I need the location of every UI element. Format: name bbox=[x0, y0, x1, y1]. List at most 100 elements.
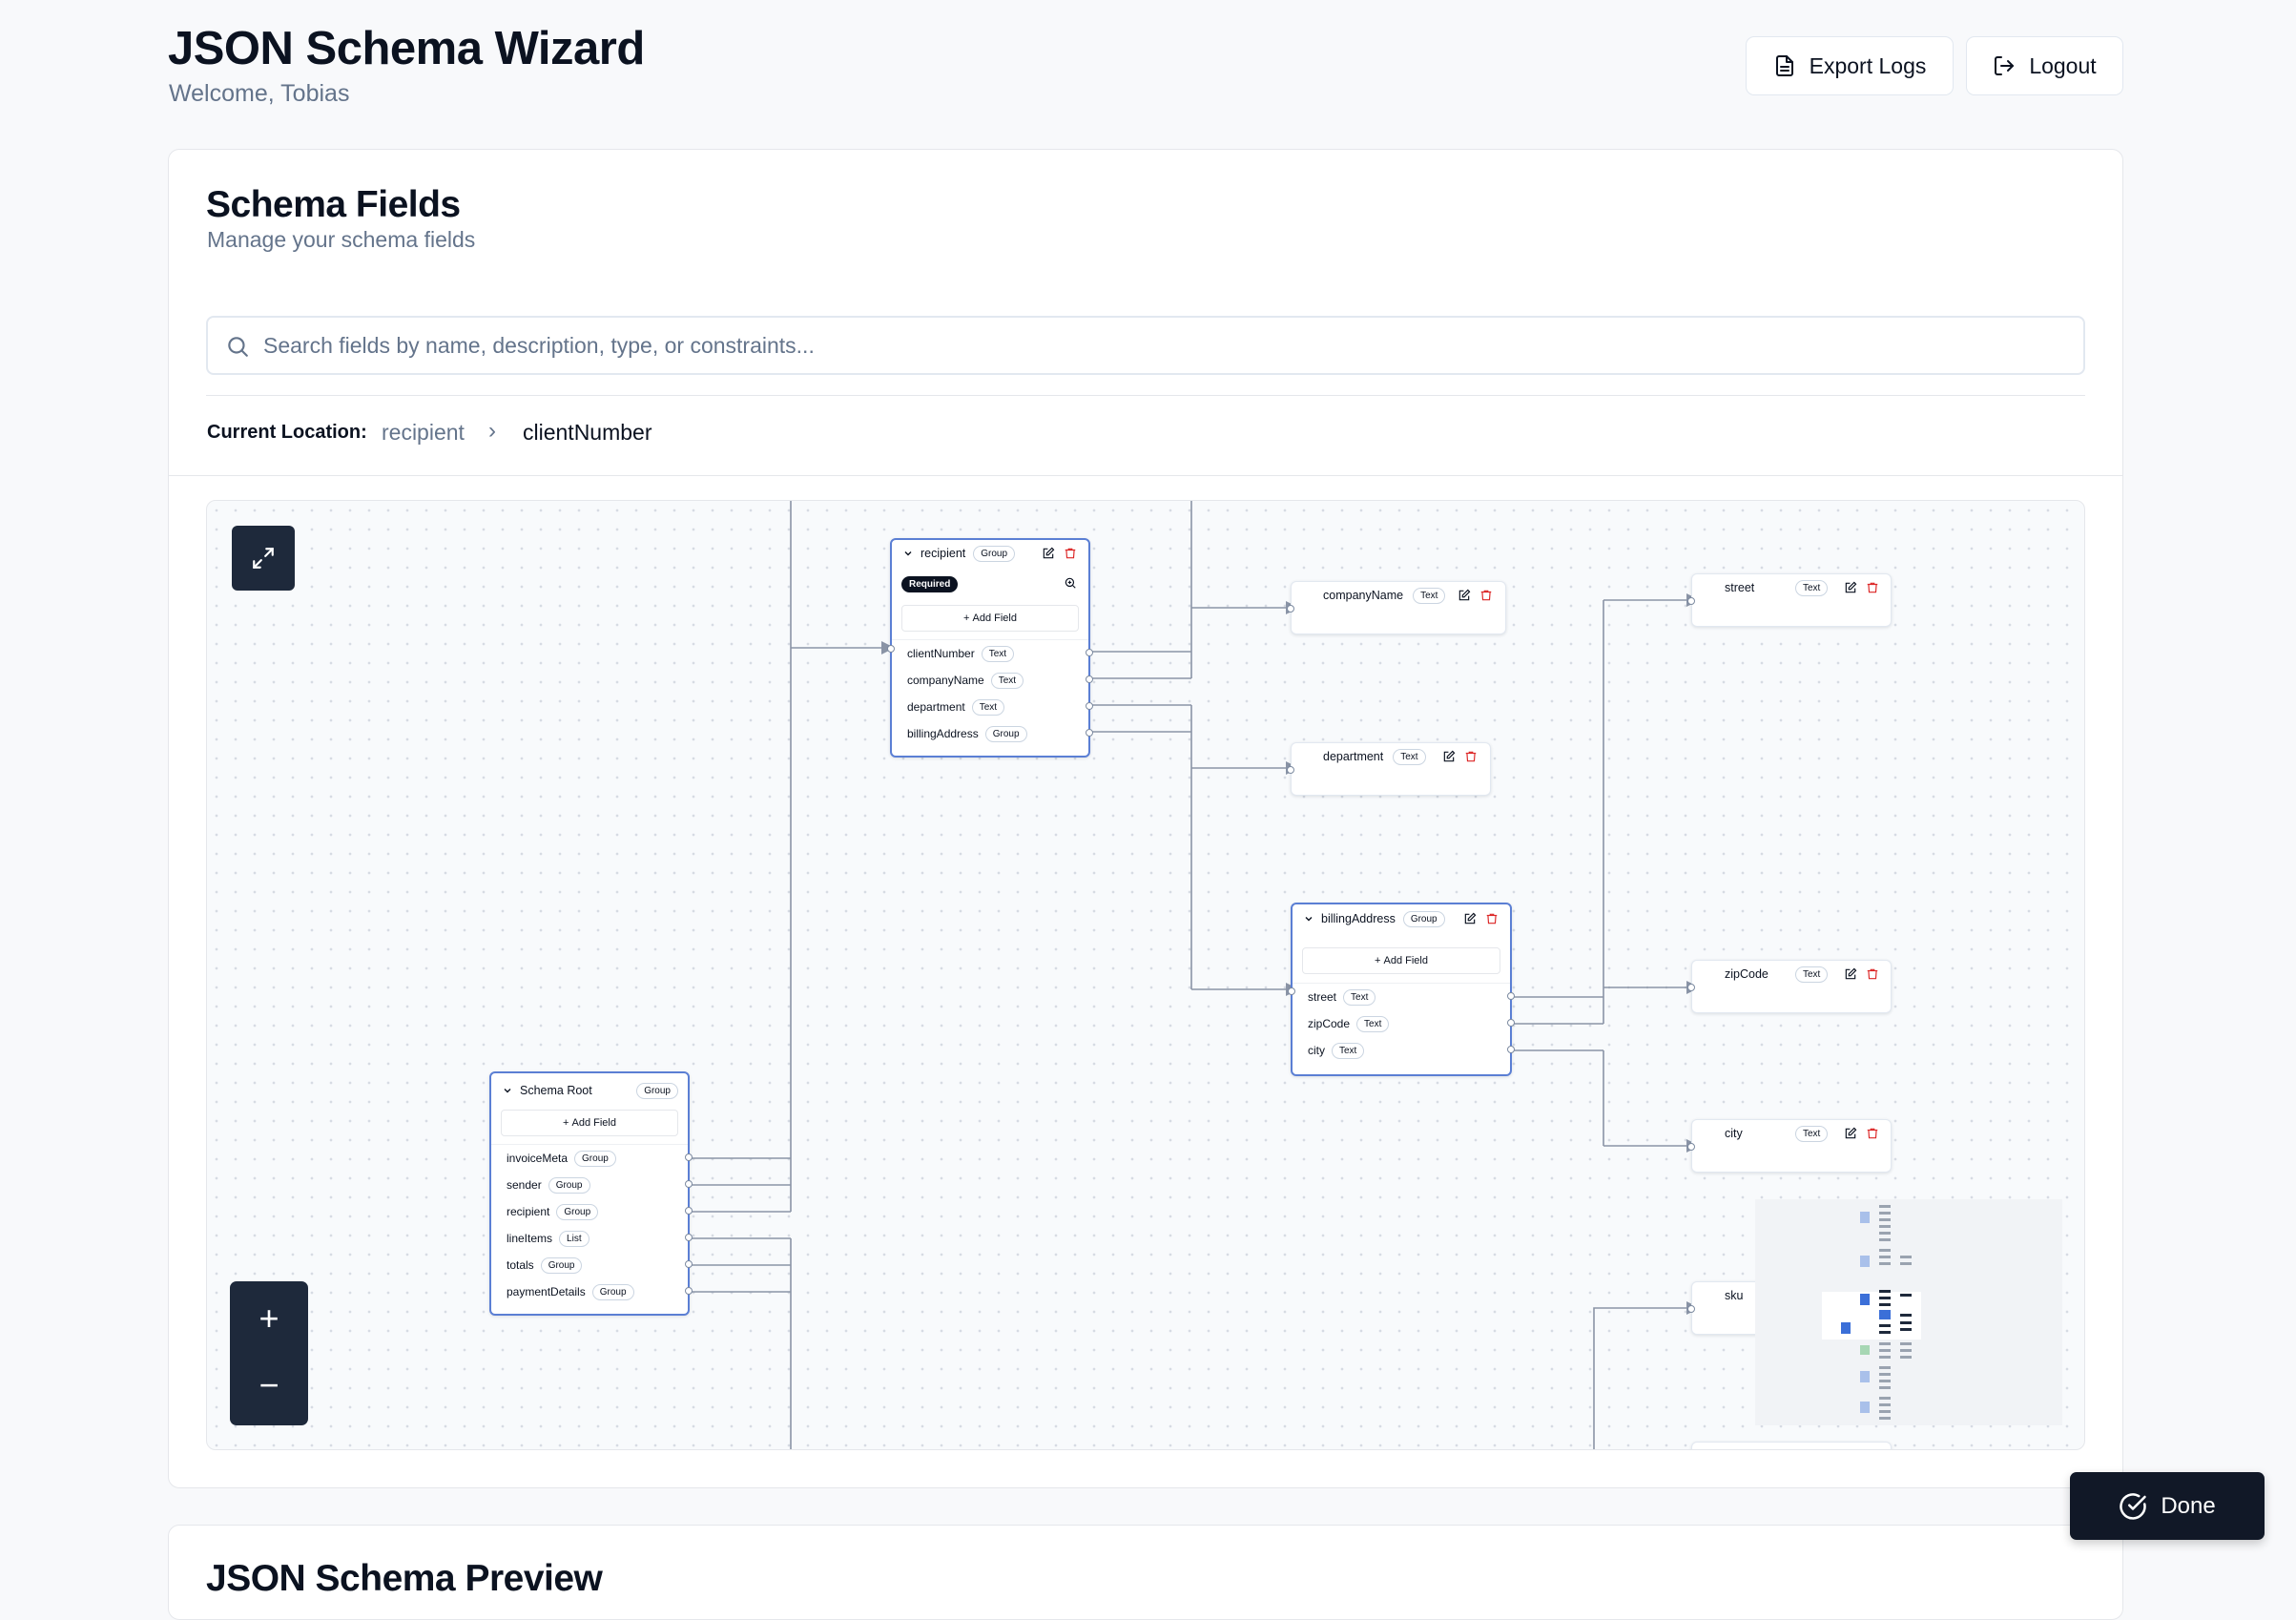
minimap[interactable] bbox=[1755, 1199, 2062, 1425]
edit-icon[interactable] bbox=[1844, 1127, 1857, 1140]
type-badge: Group bbox=[574, 1150, 616, 1167]
child-row-lineItems[interactable]: lineItems List bbox=[491, 1225, 693, 1252]
zoom-in-icon[interactable] bbox=[1064, 576, 1077, 590]
breadcrumb-separator: › bbox=[488, 418, 496, 444]
output-handle[interactable] bbox=[1086, 702, 1093, 710]
output-handle[interactable] bbox=[1086, 675, 1093, 683]
node-name: companyName bbox=[1323, 589, 1404, 602]
chevron-down-icon[interactable] bbox=[1304, 914, 1313, 924]
output-handle[interactable] bbox=[1507, 1046, 1515, 1053]
output-handle[interactable] bbox=[1086, 729, 1093, 737]
type-badge: Text bbox=[1795, 966, 1829, 983]
trash-icon[interactable] bbox=[1464, 750, 1478, 763]
trash-icon[interactable] bbox=[1866, 581, 1879, 594]
schema-fields-subtitle: Manage your schema fields bbox=[207, 227, 476, 252]
recipient-node[interactable]: recipient Group Required + Add Field cli… bbox=[887, 538, 1093, 758]
required-badge: Required bbox=[901, 576, 959, 592]
output-handle[interactable] bbox=[685, 1207, 693, 1215]
search-icon bbox=[228, 337, 248, 357]
output-handle[interactable] bbox=[685, 1153, 693, 1161]
child-row-totals[interactable]: totals Group bbox=[491, 1252, 693, 1278]
child-name: recipient bbox=[507, 1205, 550, 1218]
divider bbox=[169, 475, 2122, 476]
edit-icon[interactable] bbox=[1463, 912, 1477, 925]
chevron-down-icon[interactable] bbox=[503, 1086, 512, 1095]
child-row-clientNumber[interactable]: clientNumber Text bbox=[892, 640, 1093, 667]
zoom-controls: + − bbox=[230, 1281, 308, 1425]
divider bbox=[206, 395, 2085, 396]
street-node[interactable]: street Text bbox=[1687, 573, 1892, 627]
child-row-paymentDetails[interactable]: paymentDetails Group bbox=[491, 1278, 693, 1305]
fullscreen-button[interactable] bbox=[232, 526, 295, 591]
edit-icon[interactable] bbox=[1042, 547, 1055, 560]
search-input[interactable] bbox=[263, 319, 2066, 372]
child-row-zipCode[interactable]: zipCode Text bbox=[1293, 1010, 1515, 1037]
breadcrumb-item-recipient[interactable]: recipient bbox=[382, 420, 465, 446]
schema-root-node[interactable]: Schema Root Group + Add Field invoiceMet… bbox=[489, 1071, 693, 1316]
child-name: billingAddress bbox=[907, 727, 979, 740]
type-badge: Text bbox=[1413, 587, 1446, 604]
chevron-down-icon[interactable] bbox=[903, 549, 913, 558]
node-name: billingAddress bbox=[1321, 912, 1396, 925]
child-row-recipient[interactable]: recipient Group bbox=[491, 1198, 693, 1225]
child-name: clientNumber bbox=[907, 647, 975, 660]
add-field-button[interactable]: + Add Field bbox=[901, 605, 1079, 632]
json-schema-preview-title: JSON Schema Preview bbox=[206, 1558, 603, 1599]
node-name: sku bbox=[1725, 1289, 1744, 1302]
department-node[interactable]: department Text bbox=[1287, 742, 1491, 796]
trash-icon[interactable] bbox=[1866, 967, 1879, 981]
type-badge: Group bbox=[1402, 910, 1445, 927]
done-label: Done bbox=[2161, 1492, 2216, 1519]
type-badge: Text bbox=[1393, 748, 1426, 765]
type-badge: Text bbox=[981, 645, 1015, 662]
trash-icon[interactable] bbox=[1485, 912, 1499, 925]
child-row-city[interactable]: city Text bbox=[1293, 1037, 1515, 1064]
expand-icon bbox=[253, 548, 274, 569]
node-name: street bbox=[1725, 581, 1755, 594]
schema-fields-title: Schema Fields bbox=[206, 184, 461, 225]
child-name: invoiceMeta bbox=[507, 1152, 569, 1165]
output-handle[interactable] bbox=[685, 1234, 693, 1241]
done-button[interactable]: Done bbox=[2070, 1472, 2265, 1540]
child-row-sender[interactable]: sender Group bbox=[491, 1172, 693, 1198]
output-handle[interactable] bbox=[685, 1180, 693, 1188]
zipCode-node[interactable]: zipCode Text bbox=[1687, 960, 1892, 1013]
type-badge: Group bbox=[591, 1283, 634, 1300]
trash-icon[interactable] bbox=[1479, 589, 1493, 602]
edit-icon[interactable] bbox=[1844, 581, 1857, 594]
trash-icon[interactable] bbox=[1064, 547, 1077, 560]
output-handle[interactable] bbox=[1086, 649, 1093, 656]
trash-icon[interactable] bbox=[1866, 1127, 1879, 1140]
add-field-button[interactable]: + Add Field bbox=[1302, 947, 1500, 974]
check-circle-icon bbox=[2120, 1492, 2147, 1520]
child-row-street[interactable]: street Text bbox=[1293, 984, 1515, 1010]
type-badge: Text bbox=[971, 698, 1005, 716]
companyName-node[interactable]: companyName Text bbox=[1287, 581, 1506, 634]
field-node[interactable] bbox=[1691, 1442, 1892, 1449]
edit-icon[interactable] bbox=[1458, 589, 1471, 602]
logout-button[interactable]: Logout bbox=[1966, 36, 2123, 95]
output-handle[interactable] bbox=[1507, 992, 1515, 1000]
edit-icon[interactable] bbox=[1844, 967, 1857, 981]
node-name: department bbox=[1323, 750, 1384, 763]
output-handle[interactable] bbox=[685, 1287, 693, 1295]
child-name: sender bbox=[507, 1178, 542, 1192]
zoom-out-button[interactable]: − bbox=[230, 1352, 308, 1419]
add-field-label: Add Field bbox=[1383, 955, 1428, 966]
child-row-invoiceMeta[interactable]: invoiceMeta Group bbox=[491, 1145, 693, 1172]
child-row-billingAddress[interactable]: billingAddress Group bbox=[892, 720, 1093, 747]
edit-icon[interactable] bbox=[1442, 750, 1456, 763]
child-row-department[interactable]: department Text bbox=[892, 694, 1093, 720]
output-handle[interactable] bbox=[1507, 1019, 1515, 1027]
zoom-in-button[interactable]: + bbox=[230, 1285, 308, 1352]
child-row-companyName[interactable]: companyName Text bbox=[892, 667, 1093, 694]
output-handle[interactable] bbox=[685, 1260, 693, 1268]
add-field-button[interactable]: + Add Field bbox=[501, 1110, 678, 1136]
child-name: street bbox=[1308, 990, 1337, 1004]
node-name: city bbox=[1725, 1127, 1743, 1140]
export-logs-button[interactable]: Export Logs bbox=[1746, 36, 1954, 95]
type-badge: Group bbox=[540, 1257, 583, 1274]
city-node[interactable]: city Text bbox=[1687, 1119, 1892, 1173]
billingAddress-node[interactable]: billingAddress Group + Add Field street T… bbox=[1288, 903, 1515, 1076]
type-badge: List bbox=[559, 1230, 590, 1247]
